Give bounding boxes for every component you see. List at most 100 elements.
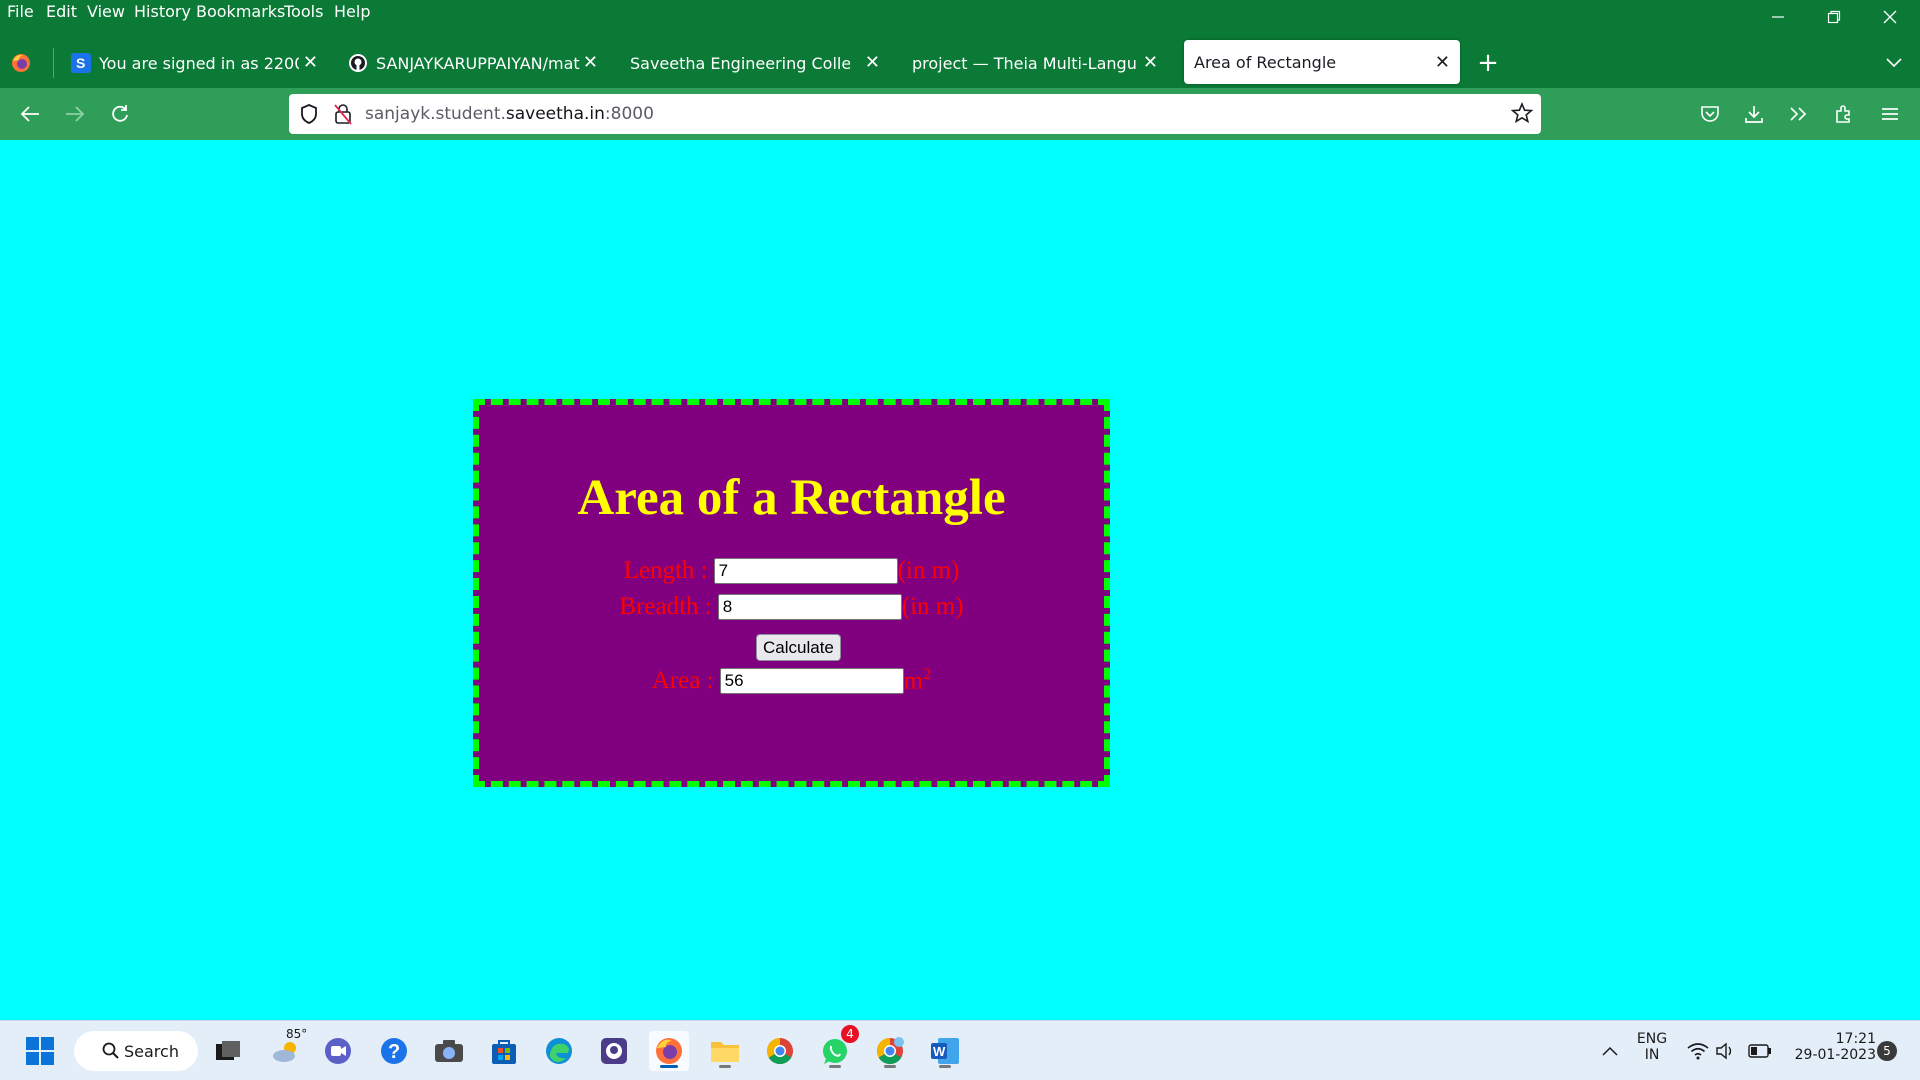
notification-count-badge: 5 [1877,1041,1897,1061]
tab-list-chevron-icon[interactable] [1878,40,1910,86]
back-arrow-icon[interactable] [12,96,48,132]
running-app-indicator [829,1065,841,1068]
edge-browser-icon[interactable] [539,1031,579,1071]
area-unit-exponent: 2 [923,666,932,683]
breadth-input[interactable] [717,594,902,620]
github-icon [348,53,368,73]
file-explorer-icon[interactable] [705,1031,745,1071]
tab-saveetha[interactable]: Saveetha Engineering College ✕ [620,40,890,86]
bookmark-star-icon[interactable] [1510,101,1534,129]
running-app-indicator [884,1065,896,1068]
url-port: :8000 [604,104,654,124]
minimize-icon[interactable] [1750,0,1806,34]
windows-start-icon[interactable] [20,1031,60,1071]
menu-help[interactable]: Help [334,2,370,21]
firefox-view-icon[interactable] [10,40,42,86]
area-row: Area : m2 [479,666,1104,695]
weather-temperature: 85° [286,1027,308,1041]
tab-title: project — Theia Multi-Language Ex [912,53,1137,73]
chrome-profile-icon[interactable] [870,1031,910,1071]
taskbar-search[interactable]: Search [74,1031,198,1071]
region-code: IN [1644,1047,1660,1063]
close-window-icon[interactable] [1862,0,1918,34]
area-label: Area : [651,666,714,694]
running-app-indicator [939,1065,951,1068]
clock[interactable]: 17:21 29-01-2023 [1780,1031,1876,1063]
camera-icon[interactable] [429,1031,469,1071]
svg-text:?: ? [388,1041,400,1063]
url-text[interactable]: sanjayk.student.saveetha.in:8000 [365,104,654,124]
length-input[interactable] [713,558,898,584]
active-app-indicator [660,1065,678,1068]
tray-chevron-up-icon[interactable] [1590,1031,1630,1071]
notification-center[interactable]: 5 [1872,1031,1902,1071]
address-bar[interactable]: sanjayk.student.saveetha.in:8000 [289,94,1541,134]
tab-strip: S You are signed in as 22009125 ✕ SANJAY… [0,40,1920,86]
menu-history[interactable]: History [134,2,191,21]
download-icon[interactable] [1736,96,1772,132]
firefox-taskbar-icon[interactable] [649,1031,689,1071]
breadth-unit: (in m) [901,593,964,620]
reload-icon[interactable] [102,96,138,132]
url-domain: saveetha.in [505,104,605,124]
microsoft-store-icon[interactable] [484,1031,524,1071]
shield-icon[interactable] [299,103,319,130]
tab-title: Saveetha Engineering College [630,53,850,73]
close-tab-icon[interactable]: ✕ [1143,52,1158,73]
menu-edit[interactable]: Edit [46,2,77,21]
close-tab-icon[interactable]: ✕ [583,52,598,73]
menu-bar: File Edit View History Bookmarks Tools H… [0,0,1920,26]
tab-title: You are signed in as 22009125 [99,53,299,73]
language-code: ENG [1636,1031,1668,1047]
github-desktop-icon[interactable] [594,1031,634,1071]
hamburger-menu-icon[interactable] [1872,96,1908,132]
teams-chat-icon[interactable] [318,1031,358,1071]
insecure-lock-icon[interactable] [333,103,353,130]
chrome-icon[interactable] [760,1031,800,1071]
tab-divider [53,48,54,78]
s-app-icon: S [71,53,91,73]
language-indicator[interactable]: ENG IN [1632,1031,1672,1063]
whatsapp-icon[interactable]: 4 [815,1025,859,1071]
forward-arrow-icon[interactable] [57,96,93,132]
length-unit: (in m) [897,557,960,584]
length-row: Length : (in m) [479,557,1104,585]
svg-text:W: W [933,1044,946,1059]
windows-taskbar: Search 85° ? 4 W ENG IN 17:21 29-01-2023… [0,1020,1920,1080]
extensions-icon[interactable] [1826,96,1862,132]
navigation-bar: sanjayk.student.saveetha.in:8000 [0,88,1920,140]
url-host: sanjayk.student. [365,104,506,124]
close-tab-icon[interactable]: ✕ [1435,52,1450,73]
tab-area-of-rectangle[interactable]: Area of Rectangle ✕ [1184,40,1460,84]
clock-time: 17:21 [1835,1031,1876,1047]
tab-github[interactable]: SANJAYKARUPPAIYAN/mathsen ✕ [340,40,608,86]
overflow-chevrons-icon[interactable] [1780,96,1816,132]
menu-tools[interactable]: Tools [284,2,323,21]
word-icon[interactable]: W [925,1031,965,1071]
task-view-icon[interactable] [208,1031,248,1071]
whatsapp-badge: 4 [841,1025,859,1043]
help-icon[interactable]: ? [374,1031,414,1071]
browser-chrome: File Edit View History Bookmarks Tools H… [0,0,1920,140]
menu-file[interactable]: File [7,2,34,21]
close-tab-icon[interactable]: ✕ [303,52,318,73]
weather-icon[interactable]: 85° [266,1027,307,1071]
calculator-panel: Area of a Rectangle Length : (in m) Brea… [473,399,1110,787]
menu-bookmarks[interactable]: Bookmarks [196,2,285,21]
new-tab-icon[interactable]: + [1472,40,1504,86]
page-title: Area of a Rectangle [577,470,1006,526]
area-output[interactable] [719,667,904,694]
length-label: Length : [623,557,708,584]
calculate-button[interactable]: Calculate [756,634,841,661]
breadth-label: Breadth : [619,593,712,620]
svg-text:S: S [76,55,85,71]
page-viewport: Area of a Rectangle Length : (in m) Brea… [0,140,1920,1020]
tab-signed-in[interactable]: S You are signed in as 22009125 ✕ [63,40,328,86]
battery-icon[interactable] [1740,1031,1780,1071]
restore-icon[interactable] [1806,0,1862,34]
pocket-icon[interactable] [1692,96,1728,132]
close-tab-icon[interactable]: ✕ [865,52,880,73]
tab-theia[interactable]: project — Theia Multi-Language Ex ✕ [902,40,1168,86]
running-app-indicator [719,1065,731,1068]
menu-view[interactable]: View [87,2,125,21]
